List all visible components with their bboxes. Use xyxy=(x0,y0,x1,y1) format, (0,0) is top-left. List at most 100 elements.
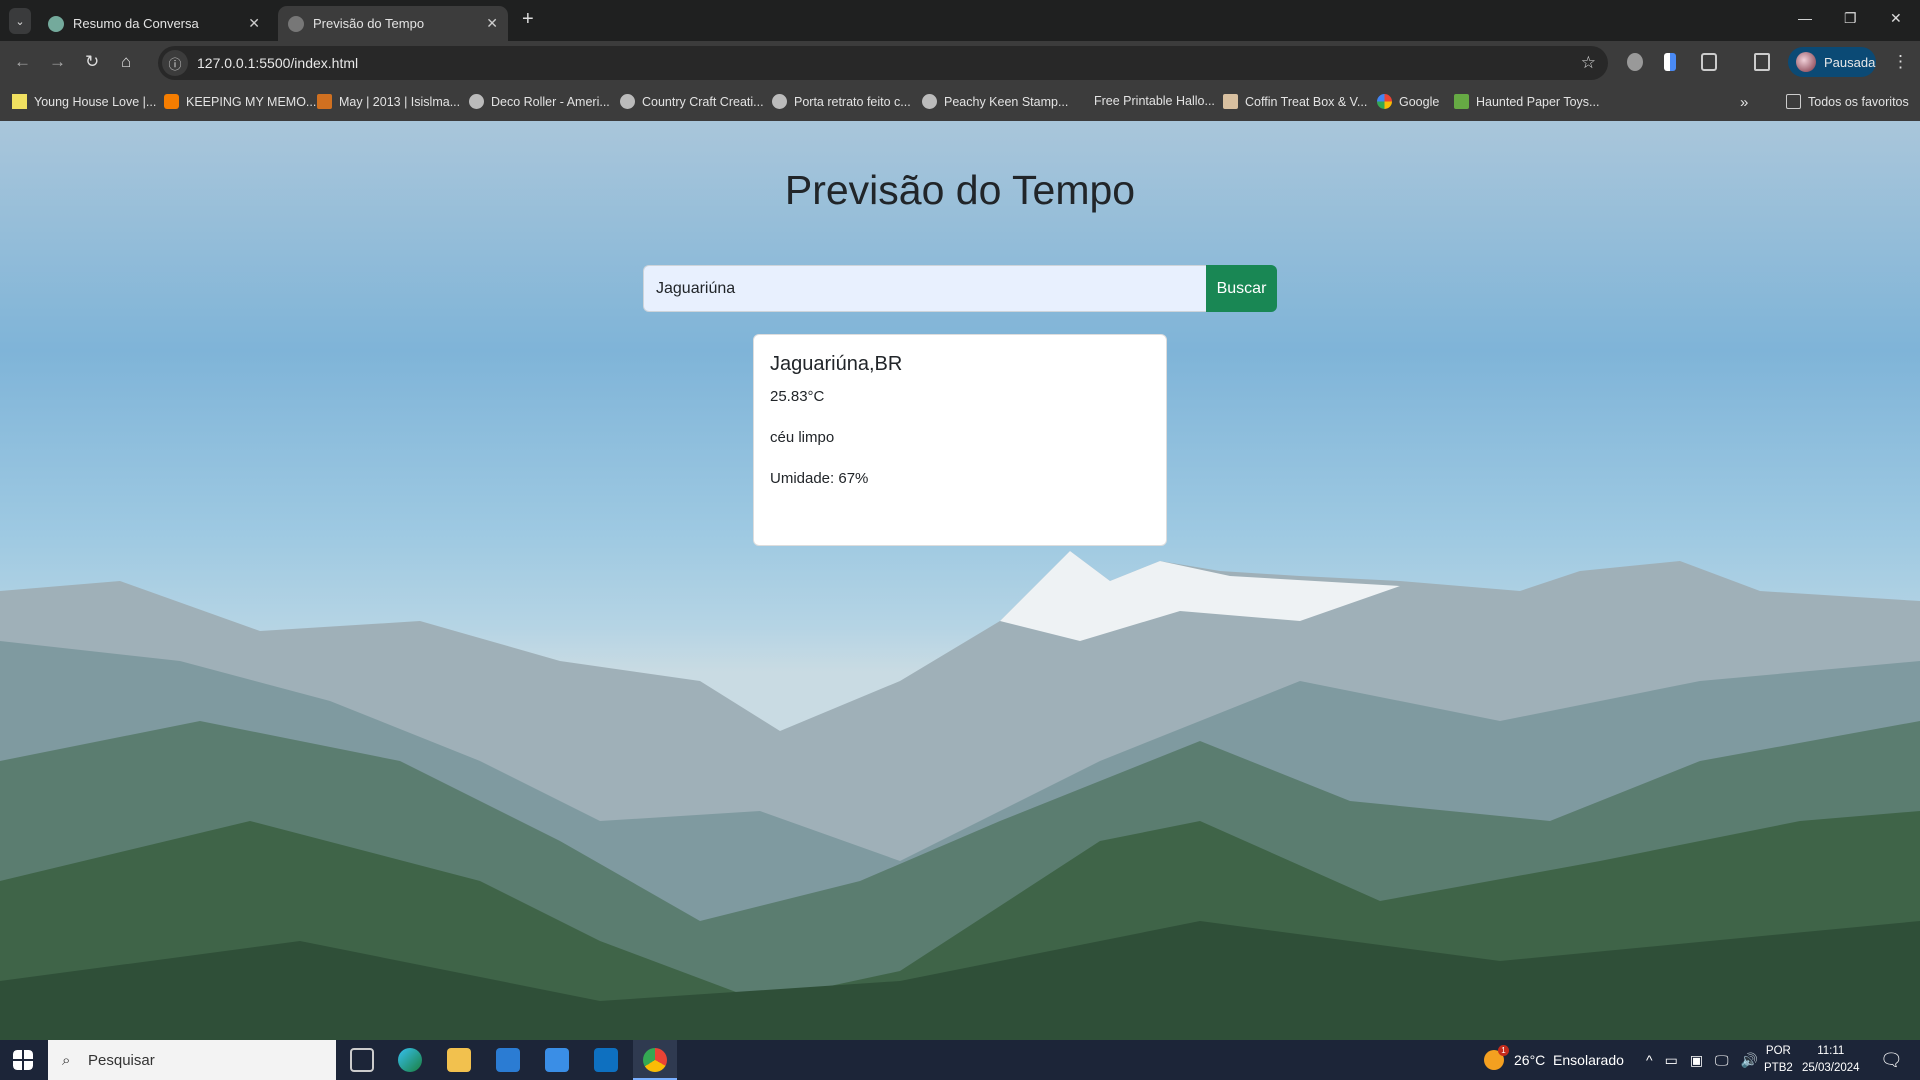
bookmark-label: Young House Love |... xyxy=(34,94,157,109)
weather-page: Previsão do Tempo Buscar Jaguariúna,BR 2… xyxy=(0,121,1920,1040)
bookmark-icon xyxy=(1223,94,1238,109)
page-title: Previsão do Tempo xyxy=(784,167,1136,213)
tab-title: Resumo da Conversa xyxy=(73,16,199,31)
weather-description: céu limpo xyxy=(770,429,835,446)
avatar xyxy=(1796,52,1816,72)
windows-start-icon[interactable] xyxy=(13,1050,33,1070)
weather-result-card: Jaguariúna,BR 25.83°C céu limpo Umidade:… xyxy=(753,334,1167,546)
bookmark-item[interactable]: Google xyxy=(1377,94,1439,109)
extension-m-icon[interactable] xyxy=(1627,53,1643,71)
more-bookmarks-icon[interactable]: » xyxy=(1740,94,1748,111)
forward-icon[interactable]: → xyxy=(49,52,66,72)
bookmark-item[interactable]: May | 2013 | Isislma... xyxy=(317,94,460,109)
bookmark-item[interactable]: Free Printable Hallo... xyxy=(1094,94,1215,108)
extension-docs-icon[interactable] xyxy=(1664,53,1676,71)
notification-badge: 1 xyxy=(1498,1045,1509,1056)
notifications-icon[interactable]: 🗨 xyxy=(1880,1040,1903,1080)
volume-icon[interactable]: 🔊 xyxy=(1741,1052,1758,1069)
globe-icon xyxy=(620,94,635,109)
bookmark-icon xyxy=(317,94,332,109)
weather-widget[interactable]: 1 26°C Ensolarado xyxy=(1484,1040,1624,1080)
bookmark-item[interactable]: Young House Love |... xyxy=(12,94,156,109)
chrome-icon xyxy=(643,1048,667,1072)
file-explorer-icon[interactable] xyxy=(447,1048,471,1072)
mountain-background xyxy=(0,551,1920,1040)
clock[interactable]: 11:11 25/03/2024 xyxy=(1802,1040,1860,1080)
bookmark-item[interactable]: Porta retrato feito c... xyxy=(772,94,911,109)
bookmark-item[interactable]: Deco Roller - Ameri... xyxy=(469,94,610,109)
bookmark-item[interactable]: Peachy Keen Stamp... xyxy=(922,94,1068,109)
bookmark-label: Coffin Treat Box & V... xyxy=(1245,94,1368,109)
bookmark-item[interactable]: Coffin Treat Box & V... xyxy=(1223,94,1367,109)
bookmark-item[interactable]: Haunted Paper Toys... xyxy=(1454,94,1599,109)
city-name: Jaguariúna,BR xyxy=(770,353,903,375)
search-button[interactable]: Buscar xyxy=(1206,265,1277,312)
close-window-button[interactable]: ✕ xyxy=(1890,10,1902,27)
tab-search-button[interactable]: ⌄ xyxy=(9,8,31,34)
layout-label: PTB2 xyxy=(1764,1062,1793,1074)
extensions-puzzle-icon[interactable] xyxy=(1701,53,1717,71)
globe-icon xyxy=(922,94,937,109)
bookmark-label: May | 2013 | Isislma... xyxy=(339,94,461,109)
side-panel-icon[interactable] xyxy=(1754,53,1770,71)
bookmark-item[interactable]: Country Craft Creati... xyxy=(620,94,764,109)
chevron-up-icon[interactable]: ^ xyxy=(1646,1052,1653,1068)
bookmark-star-icon[interactable]: ☆ xyxy=(1581,53,1596,73)
language-indicator[interactable]: POR PTB2 xyxy=(1764,1040,1793,1080)
minimize-button[interactable]: — xyxy=(1798,10,1812,26)
bookmark-label: Todos os favoritos xyxy=(1808,94,1909,109)
menu-icon[interactable]: ⋮ xyxy=(1892,52,1909,72)
profile-button[interactable]: Pausada xyxy=(1788,47,1876,77)
chatgpt-icon xyxy=(48,15,64,32)
lang-label: POR xyxy=(1765,1045,1791,1057)
vscode-icon[interactable] xyxy=(594,1048,618,1072)
task-view-icon[interactable] xyxy=(350,1048,374,1072)
tab-resumo[interactable]: Resumo da Conversa ✕ xyxy=(38,6,270,41)
search-icon: ⌕ xyxy=(62,1051,71,1069)
address-bar[interactable]: ⓘ 127.0.0.1:5500/index.html ☆ xyxy=(158,46,1608,80)
time: 11:11 xyxy=(1817,1045,1845,1057)
back-icon[interactable]: ← xyxy=(14,52,31,72)
humidity: Umidade: 67% xyxy=(770,470,869,487)
browser-toolbar: ← → ↻ ⌂ ⓘ 127.0.0.1:5500/index.html ☆ Pa… xyxy=(0,41,1920,85)
bookmark-label: Free Printable Hallo... xyxy=(1094,94,1215,108)
site-info-icon[interactable]: ⓘ xyxy=(162,50,188,76)
new-tab-button[interactable]: + xyxy=(522,8,534,31)
all-bookmarks[interactable]: Todos os favoritos xyxy=(1786,94,1909,109)
network-icon[interactable]: 🖵 xyxy=(1715,1052,1729,1069)
taskbar-search[interactable]: ⌕ Pesquisar xyxy=(48,1040,336,1080)
globe-icon xyxy=(288,15,304,32)
mail-icon[interactable] xyxy=(545,1048,569,1072)
url-text[interactable]: 127.0.0.1:5500/index.html xyxy=(197,55,358,71)
bookmark-label: Porta retrato feito c... xyxy=(794,94,911,109)
chrome-taskbar-button[interactable] xyxy=(633,1040,677,1080)
display-icon[interactable]: ▣ xyxy=(1690,1052,1703,1069)
system-tray: ^ ▭ ▣ 🖵 🔊 xyxy=(1646,1040,1758,1080)
tab-previsao[interactable]: Previsão do Tempo ✕ xyxy=(278,6,508,41)
restore-button[interactable]: ❐ xyxy=(1844,10,1857,27)
bookmark-icon xyxy=(12,94,27,109)
bookmark-label: Deco Roller - Ameri... xyxy=(491,94,610,109)
taskbar: ⌕ Pesquisar 1 26°C Ensolarado ^ ▭ ▣ 🖵 🔊 P… xyxy=(0,1040,1920,1080)
reload-icon[interactable]: ↻ xyxy=(85,52,99,72)
search-form: Buscar xyxy=(643,265,1277,312)
home-icon[interactable]: ⌂ xyxy=(121,52,131,72)
sun-icon: 1 xyxy=(1484,1045,1509,1070)
store-icon[interactable] xyxy=(496,1048,520,1072)
bookmark-item[interactable]: KEEPING MY MEMO... xyxy=(164,94,316,109)
bookmarks-bar: Young House Love |... KEEPING MY MEMO...… xyxy=(0,85,1920,121)
tab-bar: ⌄ Resumo da Conversa ✕ Previsão do Tempo… xyxy=(0,0,1920,41)
camera-icon[interactable]: ▭ xyxy=(1665,1052,1678,1069)
city-search-input[interactable] xyxy=(643,265,1206,312)
close-tab-icon[interactable]: ✕ xyxy=(486,15,498,32)
search-placeholder: Pesquisar xyxy=(88,1051,155,1069)
skull-icon xyxy=(1454,94,1469,109)
tab-title: Previsão do Tempo xyxy=(313,16,425,31)
globe-icon xyxy=(469,94,484,109)
temperature: 25.83°C xyxy=(770,388,825,405)
date: 25/03/2024 xyxy=(1802,1062,1860,1074)
close-tab-icon[interactable]: ✕ xyxy=(248,15,260,32)
edge-icon[interactable] xyxy=(398,1048,422,1072)
bookmark-label: Country Craft Creati... xyxy=(642,94,764,109)
google-icon xyxy=(1377,94,1392,109)
